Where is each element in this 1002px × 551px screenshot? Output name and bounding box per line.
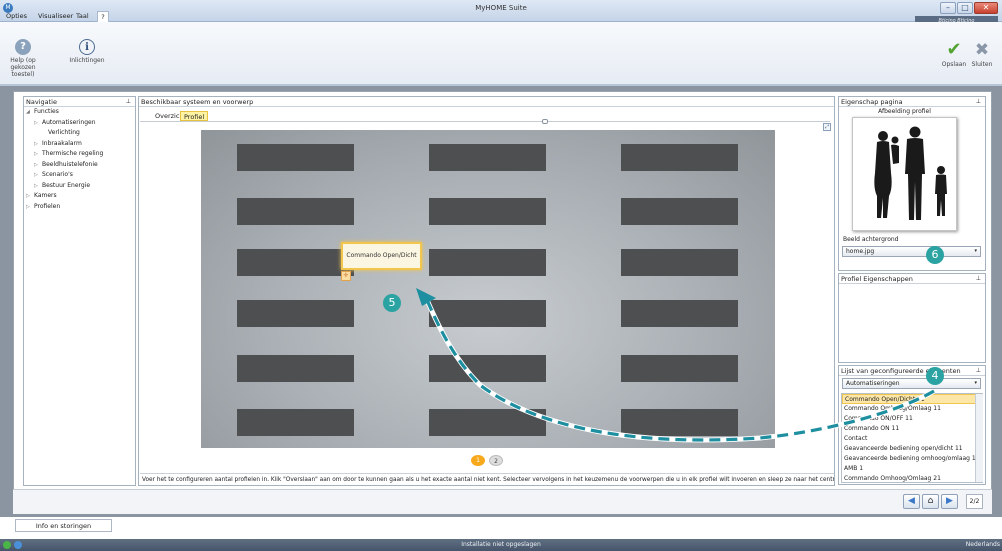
callout-4: 4 [926,367,944,385]
callout-5: 5 [383,294,401,312]
arrow-head-icon [416,288,436,306]
status-text: Installatie niet opgeslagen [461,541,541,548]
page-indicator: 2/2 [966,494,983,509]
language-indicator[interactable]: Nederlands [950,539,1000,551]
bottom-navigation-bar [13,489,992,514]
forward-arrow-icon[interactable]: ▶ [941,494,958,509]
info-and-faults-tab[interactable]: Info en storingen [15,519,112,532]
back-arrow-icon[interactable]: ◀ [903,494,920,509]
drag-arrow-outline [424,299,936,443]
drag-arrow-overlay [416,288,936,443]
home-icon[interactable]: ⌂ [922,494,939,509]
